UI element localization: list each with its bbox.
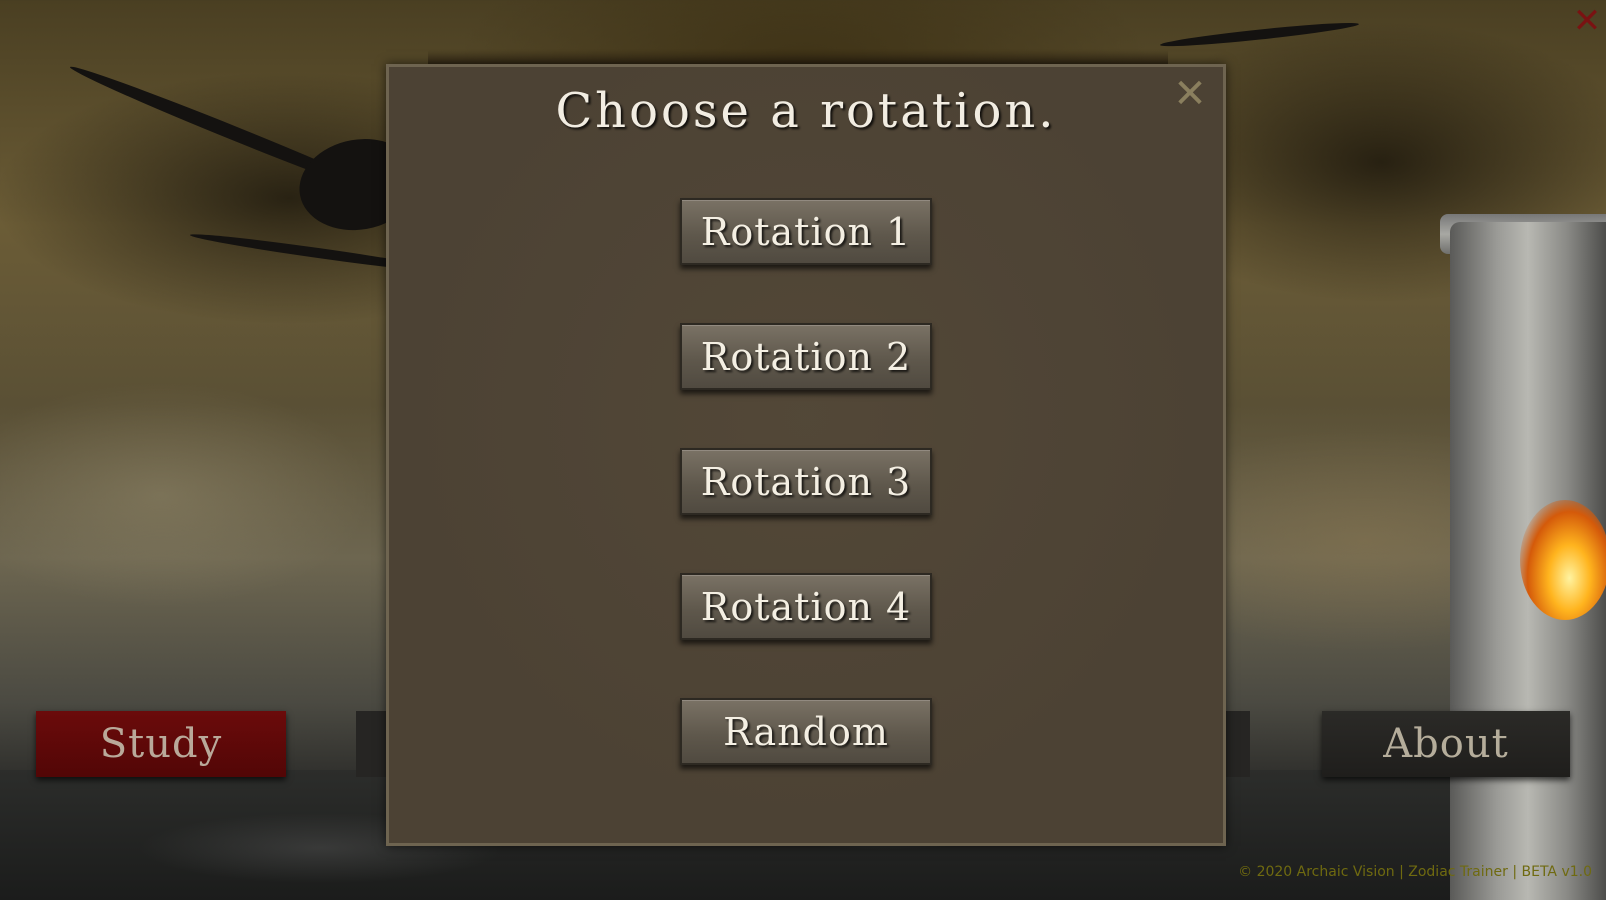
rotation-3-button[interactable]: Rotation 3 bbox=[680, 448, 932, 515]
rotation-dialog: Choose a rotation. ✕ Rotation 1 Rotation… bbox=[386, 64, 1226, 846]
rotation-2-button[interactable]: Rotation 2 bbox=[680, 323, 932, 390]
rotation-1-button[interactable]: Rotation 1 bbox=[680, 198, 932, 265]
tree-branch bbox=[1159, 19, 1360, 50]
torch-flame bbox=[1520, 500, 1606, 620]
dialog-title: Choose a rotation. bbox=[555, 83, 1057, 139]
dialog-close-icon[interactable]: ✕ bbox=[1171, 74, 1209, 114]
study-button[interactable]: Study bbox=[36, 711, 286, 777]
rotation-4-button[interactable]: Rotation 4 bbox=[680, 573, 932, 640]
copyright-footer: © 2020 Archaic Vision | Zodiac Trainer |… bbox=[1238, 864, 1592, 880]
random-rotation-button[interactable]: Random bbox=[680, 698, 932, 765]
about-button[interactable]: About bbox=[1322, 711, 1570, 777]
app-close-icon[interactable]: ✕ bbox=[1570, 4, 1604, 38]
